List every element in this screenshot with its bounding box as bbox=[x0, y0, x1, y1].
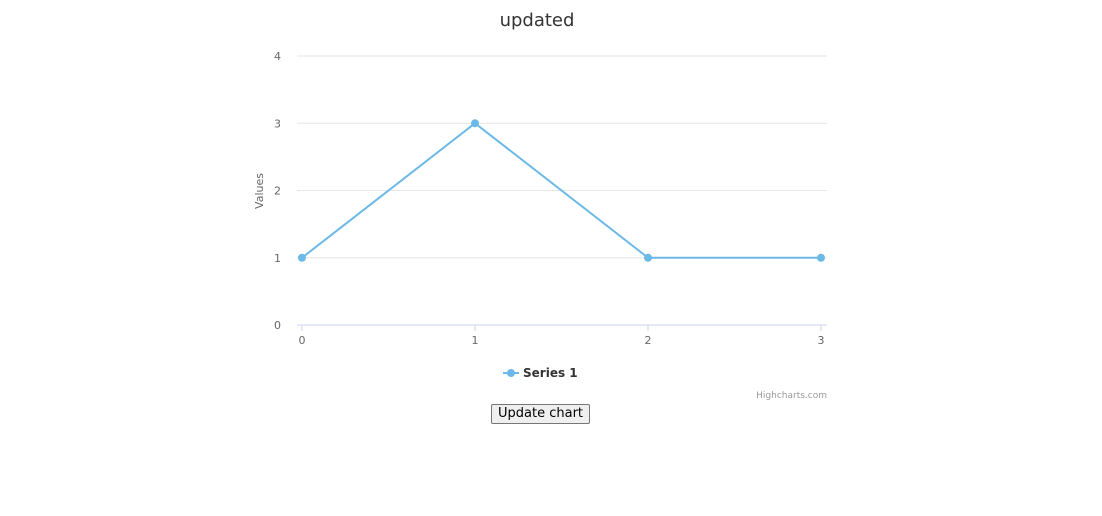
legend[interactable]: Series 1 bbox=[503, 366, 578, 380]
y-tick-label: 1 bbox=[274, 252, 281, 265]
y-tick-label: 2 bbox=[274, 185, 281, 198]
update-chart-button[interactable]: Update chart bbox=[491, 404, 591, 424]
y-axis-title: Values bbox=[253, 173, 266, 209]
chart-container: updated Values 0 1 2 3 4 0 1 2 3 Series 1 Highc… bbox=[251, 0, 851, 400]
data-point[interactable] bbox=[298, 253, 306, 262]
x-tick-label: 1 bbox=[472, 334, 479, 347]
x-tick-label: 3 bbox=[818, 334, 825, 347]
chart-svg: updated Values 0 1 2 3 4 0 1 2 3 Series 1 Highc… bbox=[253, 10, 827, 400]
data-point[interactable] bbox=[817, 253, 825, 262]
grid-lines bbox=[297, 55, 827, 259]
y-axis-tick-labels: 0 1 2 3 4 bbox=[274, 50, 281, 332]
x-tick-label: 2 bbox=[645, 334, 652, 347]
legend-series-label[interactable]: Series 1 bbox=[523, 366, 578, 380]
chart-title: updated bbox=[500, 10, 575, 31]
x-tick-label: 0 bbox=[299, 334, 306, 347]
data-point[interactable] bbox=[471, 119, 479, 128]
x-axis: 0 1 2 3 bbox=[297, 324, 827, 347]
y-tick-label: 0 bbox=[274, 319, 281, 332]
legend-series-marker bbox=[507, 369, 515, 377]
y-tick-label: 4 bbox=[274, 50, 281, 63]
credits-link[interactable]: Highcharts.com bbox=[756, 391, 827, 400]
data-point[interactable] bbox=[644, 253, 652, 262]
y-tick-label: 3 bbox=[274, 117, 281, 130]
